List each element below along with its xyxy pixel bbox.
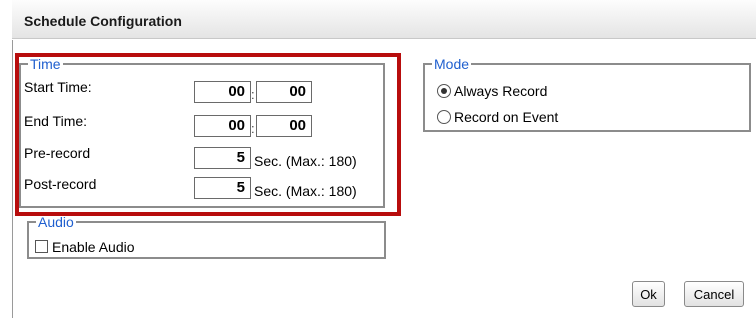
highlight-box xyxy=(15,53,401,216)
mode-legend: Mode xyxy=(434,56,470,72)
always-record-label[interactable]: Always Record xyxy=(454,83,547,99)
cancel-button[interactable]: Cancel xyxy=(684,281,744,307)
schedule-configuration-dialog: Schedule Configuration Time Start Time: … xyxy=(0,0,756,318)
record-on-event-label[interactable]: Record on Event xyxy=(454,109,558,125)
dialog-title: Schedule Configuration xyxy=(24,13,182,29)
dialog-titlebar: Schedule Configuration xyxy=(12,0,756,39)
always-record-radio[interactable] xyxy=(437,84,451,98)
audio-legend: Audio xyxy=(38,214,74,230)
record-on-event-radio[interactable] xyxy=(437,110,451,124)
enable-audio-checkbox[interactable] xyxy=(35,240,48,253)
ok-button[interactable]: Ok xyxy=(632,281,665,307)
enable-audio-label[interactable]: Enable Audio xyxy=(52,239,135,255)
